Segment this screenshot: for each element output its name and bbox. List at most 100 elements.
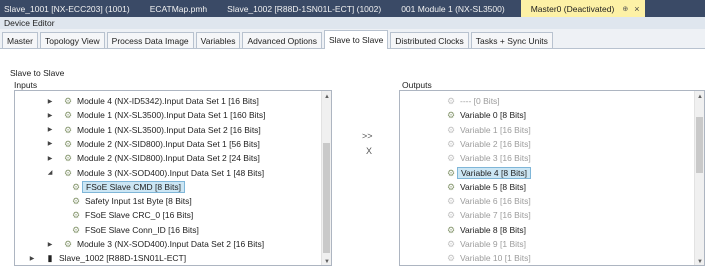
- module-icon: ⚙: [63, 153, 73, 164]
- tab-slave-to-slave[interactable]: Slave to Slave: [323, 30, 389, 49]
- tab-tasks-sync-units[interactable]: Tasks + Sync Units: [470, 32, 553, 48]
- outputs-list[interactable]: ⚙ ---- [0 Bits] ⚙ Variable 0 [8 Bits] ⚙ Varia…: [399, 90, 705, 266]
- scroll-down-icon[interactable]: ▼: [322, 259, 331, 265]
- input-tree-item[interactable]: ⚙ Safety Input 1st Byte [8 Bits]: [71, 195, 192, 207]
- tab-advanced-options[interactable]: Advanced Options: [242, 32, 322, 48]
- module-icon: ⚙: [63, 124, 73, 135]
- variable-icon: ⚙: [446, 224, 456, 235]
- scroll-thumb[interactable]: [323, 143, 330, 253]
- module-icon: ⚙: [63, 96, 73, 106]
- output-item-label: Variable 3 [16 Bits]: [460, 153, 531, 164]
- input-tree-item[interactable]: ▶ ⚙ Module 2 (NX-SID800).Input Data Set 2 …: [45, 152, 260, 164]
- output-list-item[interactable]: ⚙ Variable 8 [8 Bits]: [446, 224, 526, 236]
- tab-distributed-clocks[interactable]: Distributed Clocks: [390, 32, 469, 48]
- variable-icon: ⚙: [446, 96, 456, 106]
- output-item-label: Variable 8 [8 Bits]: [460, 224, 526, 235]
- doc-tab-slave-1001[interactable]: Slave_1001 [NX-ECC203] (1001): [0, 0, 140, 17]
- expand-arrow-icon[interactable]: ▶: [45, 98, 55, 105]
- doc-tab-module-1[interactable]: 001 Module 1 (NX-SL3500): [391, 0, 514, 17]
- variable-icon: ⚙: [71, 196, 81, 207]
- output-list-item[interactable]: ⚙ Variable 4 [8 Bits]: [446, 166, 531, 179]
- module-icon: ⚙: [63, 110, 73, 121]
- output-item-label: Variable 9 [1 Bits]: [460, 239, 526, 249]
- expand-arrow-icon[interactable]: ▶: [45, 140, 55, 147]
- variable-icon: ⚙: [446, 239, 456, 249]
- input-tree-item[interactable]: ◢ ⚙ Module 3 (NX-SOD400).Input Data Set 1 …: [45, 167, 264, 179]
- scroll-up-icon[interactable]: ▲: [322, 94, 331, 100]
- output-item-label: Variable 1 [16 Bits]: [460, 124, 531, 135]
- variable-icon: ⚙: [446, 210, 456, 221]
- output-list-item[interactable]: ⚙ Variable 6 [16 Bits]: [446, 195, 531, 207]
- output-list-item[interactable]: ⚙ Variable 7 [16 Bits]: [446, 209, 531, 221]
- variable-icon: ⚙: [446, 167, 456, 178]
- variable-icon: ⚙: [446, 196, 456, 207]
- input-item-label: Module 1 (NX-SL3500).Input Data Set 2 [1…: [77, 124, 261, 135]
- expand-arrow-icon[interactable]: ▶: [45, 155, 55, 162]
- output-list-item[interactable]: ⚙ Variable 5 [8 Bits]: [446, 181, 526, 193]
- doc-tab-label: ECATMap.pmh: [149, 3, 208, 14]
- output-list-item[interactable]: ⚙ Variable 0 [8 Bits]: [446, 109, 526, 121]
- expand-arrow-icon[interactable]: ▶: [45, 126, 55, 133]
- input-tree-item[interactable]: ⚙ FSoE Slave Conn_ID [16 Bits]: [71, 224, 199, 236]
- input-item-label: Safety Input 1st Byte [8 Bits]: [85, 196, 192, 207]
- variable-icon: ⚙: [446, 110, 456, 121]
- input-tree-item[interactable]: ⚙ FSoE Slave CRC_0 [16 Bits]: [71, 209, 193, 221]
- doc-tab-master0[interactable]: Master0 (Deactivated) ⊕ ×: [520, 0, 646, 17]
- inputs-tree[interactable]: ▶ ⚙ Module 4 (NX-ID5342).Input Data Set 1 …: [14, 90, 332, 266]
- variable-icon: ⚙: [446, 138, 456, 149]
- output-item-label: Variable 6 [16 Bits]: [460, 196, 531, 207]
- output-item-label: Variable 5 [8 Bits]: [460, 181, 526, 192]
- close-icon[interactable]: ×: [634, 4, 639, 14]
- outputs-scrollbar[interactable]: ▲ ▼: [694, 91, 704, 265]
- add-mapping-button[interactable]: >>: [362, 131, 373, 141]
- editor-title: Device Editor: [4, 18, 55, 28]
- module-icon: ⚙: [63, 138, 73, 149]
- editor-title-bar: Device Editor: [0, 17, 705, 29]
- output-list-item[interactable]: ⚙ Variable 10 [1 Bits]: [446, 252, 531, 264]
- pin-icon[interactable]: ⊕: [622, 5, 628, 13]
- input-tree-item[interactable]: ▶ ⚙ Module 1 (NX-SL3500).Input Data Set 1 …: [45, 109, 266, 121]
- expand-arrow-icon[interactable]: ▶: [45, 241, 55, 248]
- tab-process-data-image[interactable]: Process Data Image: [106, 32, 194, 48]
- variable-icon: ⚙: [446, 124, 456, 135]
- collapse-arrow-icon[interactable]: ◢: [45, 169, 55, 176]
- input-tree-item[interactable]: ▶ ⚙ Module 2 (NX-SID800).Input Data Set 1 …: [45, 138, 260, 150]
- module-icon: ⚙: [63, 167, 73, 178]
- inputs-scrollbar[interactable]: ▲ ▼: [321, 91, 331, 265]
- expand-arrow-icon[interactable]: ▶: [45, 112, 55, 119]
- variable-icon: ⚙: [446, 153, 456, 164]
- scroll-thumb[interactable]: [696, 117, 703, 173]
- output-item-label: Variable 4 [8 Bits]: [457, 166, 531, 179]
- output-item-label: ---- [0 Bits]: [460, 96, 500, 106]
- variable-icon: ⚙: [71, 210, 81, 221]
- remove-mapping-button[interactable]: X: [366, 146, 372, 156]
- input-item-label: FSoE Slave CRC_0 [16 Bits]: [85, 210, 194, 221]
- input-item-label: Module 1 (NX-SL3500).Input Data Set 1 [1…: [77, 110, 266, 121]
- expand-arrow-icon[interactable]: ▶: [27, 255, 37, 262]
- input-tree-item[interactable]: ▶ ⚙ Module 3 (NX-SOD400).Input Data Set 2 …: [45, 238, 264, 250]
- output-list-item[interactable]: ⚙ Variable 3 [16 Bits]: [446, 152, 531, 164]
- tab-topology-view[interactable]: Topology View: [39, 32, 105, 48]
- doc-tab-label: 001 Module 1 (NX-SL3500): [401, 3, 505, 14]
- doc-tab-ecatmap[interactable]: ECATMap.pmh: [140, 0, 217, 17]
- output-item-label: Variable 0 [8 Bits]: [460, 110, 526, 121]
- input-tree-item[interactable]: ▶ ▮ Slave_1002 [R88D-1SN01L-ECT]: [27, 252, 186, 264]
- output-list-item[interactable]: ⚙ ---- [0 Bits]: [446, 95, 500, 107]
- doc-tab-slave-1002[interactable]: Slave_1002 [R88D-1SN01L-ECT] (1002): [217, 0, 391, 17]
- input-tree-item[interactable]: ▶ ⚙ Module 1 (NX-SL3500).Input Data Set 2 …: [45, 124, 261, 136]
- output-list-item[interactable]: ⚙ Variable 9 [1 Bits]: [446, 238, 526, 250]
- output-list-item[interactable]: ⚙ Variable 2 [16 Bits]: [446, 138, 531, 150]
- output-list-item[interactable]: ⚙ Variable 1 [16 Bits]: [446, 124, 531, 136]
- input-item-label: Module 4 (NX-ID5342).Input Data Set 1 [1…: [77, 96, 259, 106]
- scroll-up-icon[interactable]: ▲: [695, 94, 704, 100]
- tab-variables[interactable]: Variables: [195, 32, 241, 48]
- input-item-label: Module 2 (NX-SID800).Input Data Set 2 [2…: [77, 153, 260, 164]
- input-tree-item[interactable]: ⚙ FSoE Slave CMD [8 Bits]: [71, 180, 185, 193]
- tab-master[interactable]: Master: [2, 32, 38, 48]
- input-tree-item[interactable]: ▶ ⚙ Module 4 (NX-ID5342).Input Data Set 1 …: [45, 95, 259, 107]
- output-item-label: Variable 10 [1 Bits]: [460, 253, 531, 264]
- slave-to-slave-content: Slave to Slave Inputs Outputs ▶ ⚙ Module 4…: [0, 49, 705, 266]
- scroll-down-icon[interactable]: ▼: [695, 259, 704, 265]
- doc-tab-label: Slave_1001 [NX-ECC203] (1001): [4, 3, 130, 14]
- document-tab-bar: Slave_1001 [NX-ECC203] (1001) ECATMap.pm…: [0, 0, 705, 17]
